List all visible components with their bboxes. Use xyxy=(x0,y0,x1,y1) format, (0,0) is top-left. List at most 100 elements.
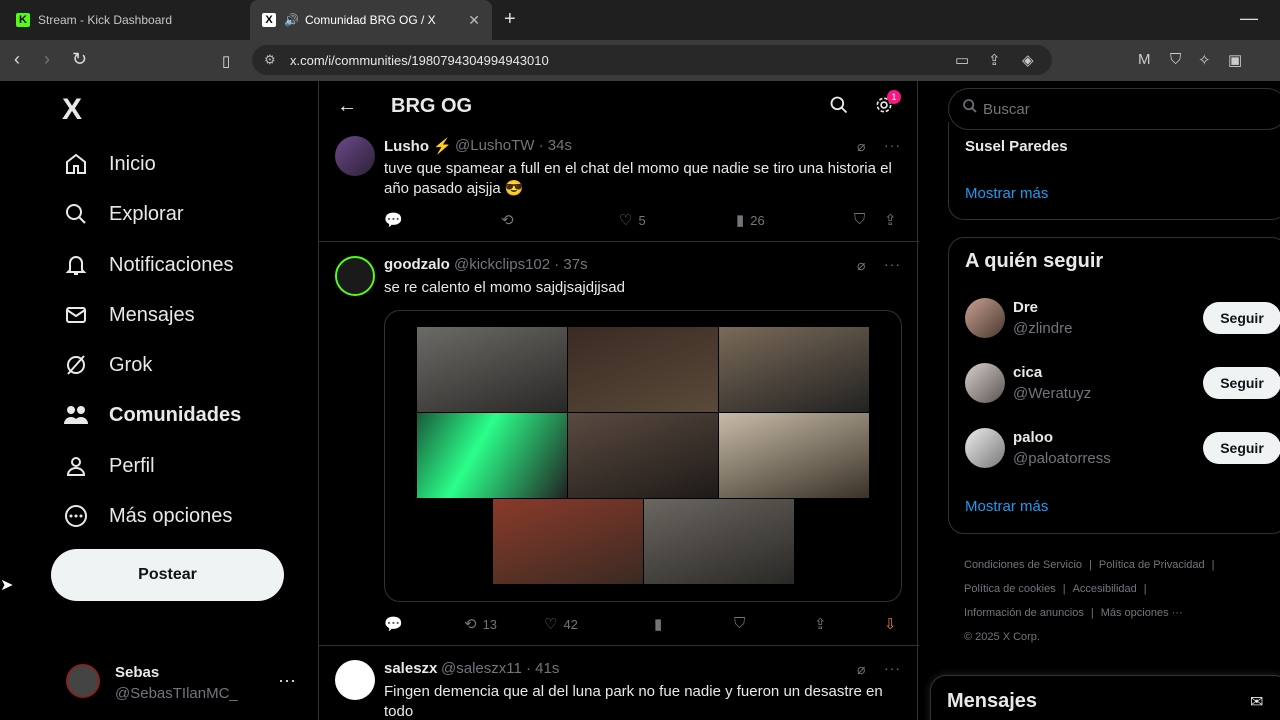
back-icon[interactable]: ‹ xyxy=(14,49,20,70)
sidebar-item-perfil[interactable]: Perfil xyxy=(62,446,155,486)
extension-shield-icon[interactable]: ⛉ xyxy=(1170,51,1181,68)
tweet[interactable]: goodzalo @kickclips102 · 37s ⌀ ··· se re… xyxy=(319,242,919,646)
bookmark-page-icon[interactable]: ▯ xyxy=(222,52,230,70)
follow-button[interactable]: Seguir xyxy=(1203,302,1280,334)
reload-icon[interactable]: ↻ xyxy=(72,49,87,70)
tweet-author-name[interactable]: goodzalo xyxy=(384,256,450,273)
back-arrow-icon[interactable]: ← xyxy=(337,95,357,118)
avatar[interactable] xyxy=(965,428,1005,468)
tweet[interactable]: saleszx @saleszx11 · 41s ⌀ ··· Fingen de… xyxy=(319,646,919,720)
tweet-author-name[interactable]: saleszx xyxy=(384,660,437,677)
tweet-text: Fingen demencia que al del luna park no … xyxy=(384,683,883,720)
avatar[interactable] xyxy=(965,298,1005,338)
tweet[interactable]: Lusho ⚡ @LushoTW · 34s ⌀ ··· tuve que sp… xyxy=(319,133,919,242)
forward-icon[interactable]: › xyxy=(44,49,50,70)
extension-m-icon[interactable]: M xyxy=(1138,51,1151,68)
trends-panel xyxy=(948,122,1280,220)
grok-icon[interactable]: ⌀ xyxy=(857,661,865,678)
more-icon[interactable]: ··· xyxy=(884,660,901,676)
search-icon[interactable] xyxy=(829,95,849,120)
heart-icon: ♡ xyxy=(619,212,633,229)
like-button[interactable]: ♡ 5 xyxy=(619,211,646,229)
sidebar-item-mensajes[interactable]: Mensajes xyxy=(62,295,195,335)
tweet-author-name[interactable]: Lusho ⚡ xyxy=(384,137,452,155)
tab-kick-dashboard[interactable]: K Stream - Kick Dashboard xyxy=(0,0,248,40)
footer-more-link[interactable]: Más opciones ··· xyxy=(1101,607,1183,619)
tab-community[interactable]: X 🔊 Comunidad BRG OG / X ✕ xyxy=(250,0,492,40)
more-icon[interactable]: ··· xyxy=(884,256,901,272)
cast-icon[interactable]: ▭ xyxy=(955,51,969,69)
repost-icon: ⟲ xyxy=(464,616,477,633)
tweet-author-handle[interactable]: @saleszx11 · 41s xyxy=(441,660,559,677)
new-message-icon[interactable]: ✉ xyxy=(1250,692,1263,712)
account-menu-icon[interactable]: ··· xyxy=(278,670,296,691)
grok-icon xyxy=(62,351,90,379)
communities-icon xyxy=(62,401,90,429)
avatar[interactable] xyxy=(335,136,375,176)
sidebar-item-inicio[interactable]: Inicio xyxy=(62,144,156,184)
avatar[interactable] xyxy=(335,256,375,296)
brave-shield-icon[interactable]: ◈ xyxy=(1022,51,1034,69)
download-icon[interactable]: ⇩ xyxy=(884,615,897,633)
follow-suggestion-name[interactable]: cica xyxy=(1013,364,1042,381)
reply-icon[interactable]: 💬 xyxy=(384,211,403,229)
follow-button[interactable]: Seguir xyxy=(1203,432,1280,464)
heart-icon: ♡ xyxy=(544,616,558,633)
more-icon[interactable]: ··· xyxy=(884,137,901,153)
follow-suggestion-name[interactable]: Dre xyxy=(1013,299,1038,316)
sidebar-item-explorar[interactable]: Explorar xyxy=(62,194,183,234)
address-bar[interactable]: ⚙ x.com/i/communities/198079430499494301… xyxy=(252,45,1052,75)
account-handle[interactable]: @SebasTIlanMC_ xyxy=(115,685,238,702)
sidebar-item-mas-opciones[interactable]: Más opciones xyxy=(62,496,232,536)
account-avatar[interactable] xyxy=(66,664,100,698)
show-more-link[interactable]: Mostrar más xyxy=(965,498,1048,515)
minimize-window-icon[interactable]: — xyxy=(1240,8,1258,29)
sidebar-item-comunidades[interactable]: Comunidades xyxy=(62,395,241,435)
grok-icon[interactable]: ⌀ xyxy=(857,257,865,274)
views-icon[interactable]: ▮ xyxy=(654,615,662,633)
follow-suggestion-handle[interactable]: @zlindre xyxy=(1013,320,1072,337)
grok-icon[interactable]: ⌀ xyxy=(857,138,865,155)
repost-button[interactable]: ⟲ 13 xyxy=(464,615,497,633)
follow-suggestion-name[interactable]: paloo xyxy=(1013,429,1053,446)
trend-item[interactable]: Susel Paredes xyxy=(965,138,1068,155)
follow-suggestion-handle[interactable]: @paloatorress xyxy=(1013,450,1111,467)
views-button[interactable]: ▮ 26 xyxy=(736,211,765,229)
repost-icon[interactable]: ⟲ xyxy=(501,211,514,229)
post-button[interactable]: Postear xyxy=(51,549,284,601)
footer-link[interactable]: Información de anuncios xyxy=(964,607,1084,619)
avatar[interactable] xyxy=(965,363,1005,403)
share-icon[interactable]: ⇪ xyxy=(988,51,1001,69)
tweet-author-handle[interactable]: @kickclips102 · 37s xyxy=(454,256,588,273)
sidebar-toggle-icon[interactable]: ▣ xyxy=(1228,51,1242,69)
site-info-icon[interactable]: ⚙ xyxy=(264,52,276,68)
bookmark-icon[interactable]: ⛉ xyxy=(734,615,745,632)
person-icon xyxy=(62,452,90,480)
account-name[interactable]: Sebas xyxy=(115,664,159,681)
extensions-puzzle-icon[interactable]: ✧ xyxy=(1198,51,1211,69)
show-more-link[interactable]: Mostrar más xyxy=(965,185,1048,202)
follow-button[interactable]: Seguir xyxy=(1203,367,1280,399)
like-button[interactable]: ♡ 42 xyxy=(544,615,578,633)
sidebar-item-grok[interactable]: Grok xyxy=(62,345,152,385)
x-logo-icon[interactable]: X xyxy=(62,93,82,127)
messages-title[interactable]: Mensajes xyxy=(947,690,1037,713)
reply-icon[interactable]: 💬 xyxy=(384,615,403,633)
bar-chart-icon: ▮ xyxy=(736,212,745,229)
home-icon xyxy=(62,150,90,178)
tweet-author-handle[interactable]: @LushoTW · 34s xyxy=(455,137,572,154)
footer-link[interactable]: Condiciones de Servicio xyxy=(964,559,1082,571)
bookmark-icon[interactable]: ⛉ xyxy=(854,211,865,228)
footer-links: Condiciones de Servicio | Política de Priv… xyxy=(964,559,1215,643)
tweet-media-video[interactable] xyxy=(384,310,902,602)
footer-link[interactable]: Accesibilidad xyxy=(1073,583,1137,595)
share-icon[interactable]: ⇪ xyxy=(814,615,827,633)
close-tab-icon[interactable]: ✕ xyxy=(468,12,480,29)
share-icon[interactable]: ⇪ xyxy=(884,211,897,229)
footer-link[interactable]: Política de Privacidad xyxy=(1099,559,1205,571)
follow-suggestion-handle[interactable]: @Weratuyz xyxy=(1013,385,1091,402)
new-tab-icon[interactable]: + xyxy=(504,8,516,31)
avatar[interactable] xyxy=(335,660,375,700)
sidebar-item-notificaciones[interactable]: Notificaciones xyxy=(62,245,234,285)
footer-link[interactable]: Política de cookies xyxy=(964,583,1056,595)
